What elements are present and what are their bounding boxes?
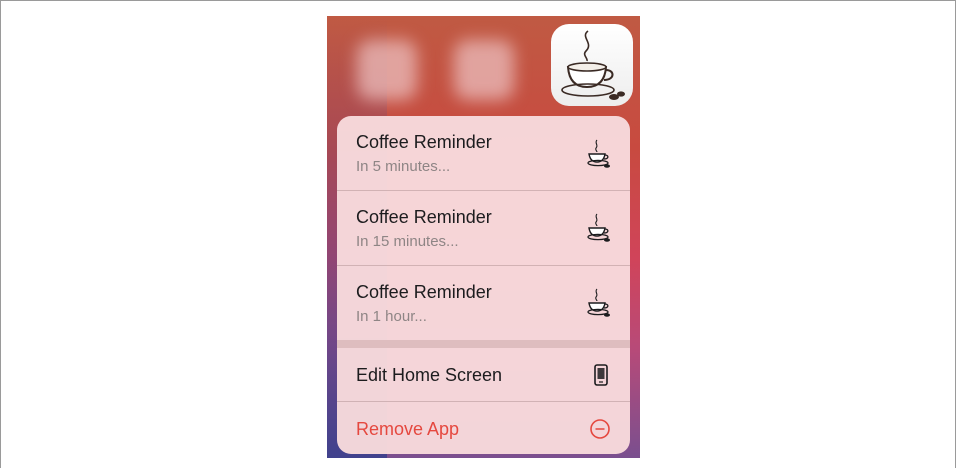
blurred-app-icon (454, 40, 514, 100)
edit-home-screen-button[interactable]: Edit Home Screen (337, 348, 630, 401)
remove-app-button[interactable]: Remove App (337, 402, 630, 454)
quick-action-5-minutes[interactable]: Coffee Reminder In 5 minutes... (337, 116, 630, 190)
quick-actions-menu: Coffee Reminder In 5 minutes... Coffee R… (337, 116, 630, 454)
quick-action-subtitle: In 1 hour... (356, 308, 427, 325)
quick-action-title: Coffee Reminder (356, 282, 492, 302)
edit-home-screen-label: Edit Home Screen (356, 365, 503, 385)
remove-app-label: Remove App (356, 419, 460, 439)
menu-section-gap (337, 340, 630, 348)
quick-action-1-hour[interactable]: Coffee Reminder In 1 hour... (337, 266, 630, 340)
coffee-cup-icon (561, 30, 625, 100)
coffee-cup-icon (587, 139, 610, 168)
quick-action-title: Coffee Reminder (356, 132, 492, 152)
coffee-cup-icon (587, 288, 610, 317)
quick-action-15-minutes[interactable]: Coffee Reminder In 15 minutes... (337, 191, 630, 265)
coffee-app-icon[interactable] (551, 24, 633, 106)
quick-action-subtitle: In 15 minutes... (356, 233, 459, 250)
phone-icon (594, 364, 608, 386)
minus-circle-icon (590, 419, 610, 439)
blurred-app-icon (357, 40, 417, 100)
quick-action-title: Coffee Reminder (356, 207, 492, 227)
coffee-cup-icon (587, 213, 610, 242)
home-screen: Coffee Reminder In 5 minutes... Coffee R… (327, 16, 640, 458)
quick-action-subtitle: In 5 minutes... (356, 158, 451, 175)
